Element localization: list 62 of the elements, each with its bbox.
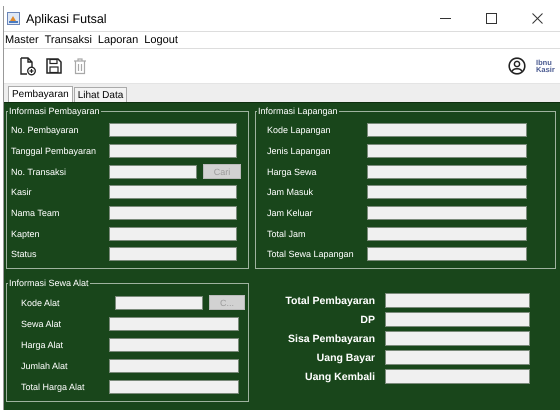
input-field[interactable] [385, 293, 530, 308]
tab[interactable]: Pembayaran [8, 86, 73, 102]
field-label: Sewa Alat [21, 318, 62, 329]
input-field[interactable] [367, 247, 527, 262]
input-field[interactable] [109, 226, 237, 241]
input-field[interactable] [115, 296, 203, 310]
input-field[interactable] [109, 164, 197, 179]
field-label: Jenis Lapangan [267, 146, 332, 156]
input-field[interactable] [109, 316, 239, 331]
field-label: Total Jam [267, 228, 307, 239]
total-label: Total Pembayaran [284, 294, 375, 306]
menu-item[interactable]: Transaksi [44, 34, 93, 46]
field-label: Kode Alat [21, 298, 61, 308]
input-field[interactable] [385, 312, 530, 327]
input-field[interactable] [385, 331, 530, 346]
input-field[interactable] [367, 226, 527, 241]
field-label: Kode Lapangan [267, 125, 332, 136]
menu-item[interactable]: Master [4, 34, 40, 46]
input-field[interactable] [367, 164, 527, 179]
input-field[interactable] [109, 144, 237, 158]
field-label: Harga Alat [21, 340, 64, 350]
field-label: No. Transaksi [11, 166, 68, 177]
tab[interactable]: Lihat Data [74, 87, 128, 102]
field-label: Status [11, 249, 38, 260]
input-field[interactable] [385, 369, 530, 384]
input-field[interactable] [109, 380, 239, 394]
maximize-icon[interactable] [486, 13, 496, 24]
input-field[interactable] [109, 247, 237, 262]
field-label: Tanggal Pembayaran [11, 146, 98, 156]
total-label: Uang Kembali [304, 370, 375, 382]
field-label: Total Harga Alat [21, 382, 86, 392]
close-icon[interactable] [532, 13, 542, 24]
total-label: Uang Bayar [316, 352, 375, 364]
window-title: Aplikasi Futsal [26, 12, 108, 26]
input-field[interactable] [109, 338, 239, 352]
input-field[interactable] [367, 206, 527, 220]
group-title: Informasi Sewa Alat [8, 278, 90, 288]
field-label: Kapten [11, 228, 41, 239]
total-label: Sisa Pembayaran [287, 332, 375, 344]
input-field[interactable] [367, 144, 527, 158]
app-icon [7, 12, 20, 25]
input-field[interactable] [109, 123, 237, 138]
menu-item[interactable]: Logout [143, 34, 179, 46]
input-field[interactable] [367, 185, 527, 200]
input-field[interactable] [109, 206, 237, 220]
input-field[interactable] [109, 185, 237, 200]
total-label: DP [359, 314, 375, 326]
field-label: Total Sewa Lapangan [267, 249, 355, 260]
input-field[interactable] [367, 123, 527, 138]
field-label: Jumlah Alat [21, 361, 69, 372]
field-label: No. Pembayaran [11, 125, 80, 136]
user-icon[interactable] [508, 57, 526, 75]
input-field[interactable] [109, 359, 239, 374]
group-title: Informasi Lapangan [257, 106, 339, 116]
field-label: Harga Sewa [267, 166, 318, 177]
field-label: Jam Keluar [267, 208, 314, 218]
menu-item[interactable]: Laporan [96, 34, 140, 46]
input-field[interactable] [385, 350, 530, 365]
field-label: Jam Masuk [267, 187, 314, 198]
field-label: Kasir [11, 187, 33, 198]
group-title: Informasi Pembayaran [8, 106, 101, 116]
field-label: Nama Team [11, 208, 60, 218]
